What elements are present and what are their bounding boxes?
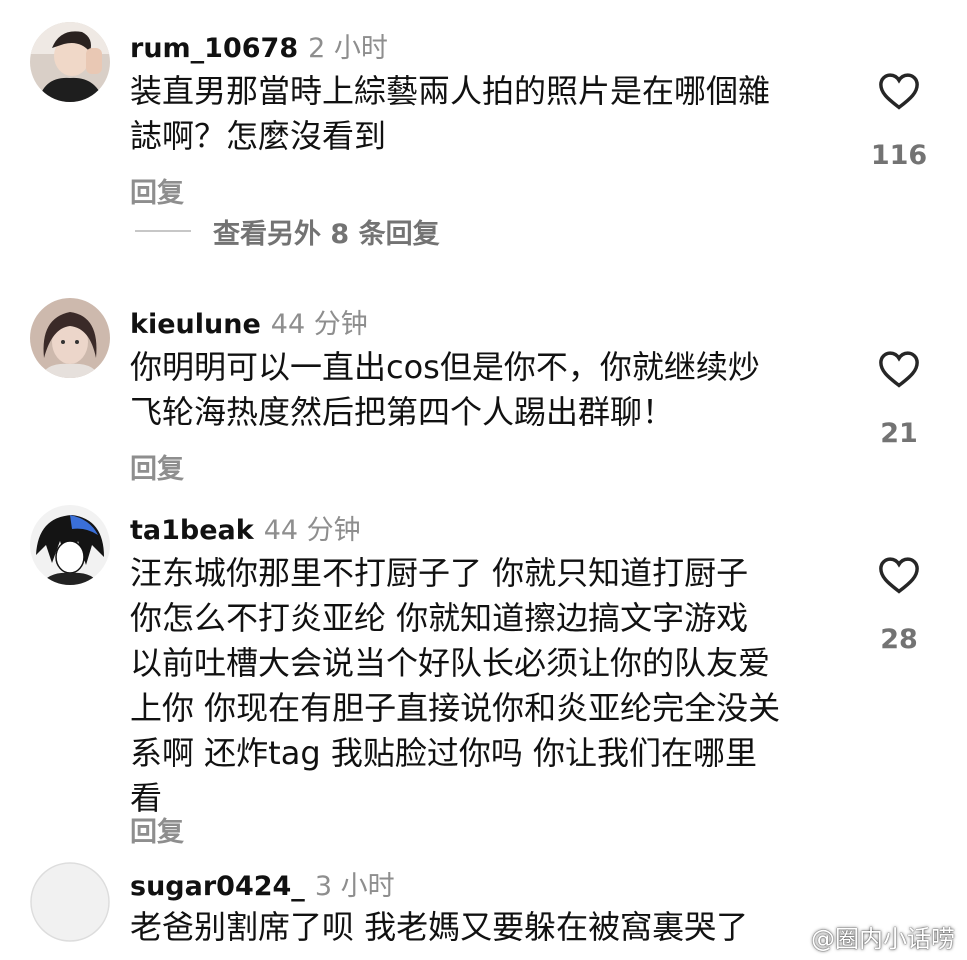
watermark: @圈内小话唠 [775, 919, 955, 954]
timestamp: 3 小时 [314, 871, 395, 902]
avatar-image [30, 298, 110, 378]
comment-text: 装直男那當時上綜藝兩人拍的照片是在哪個雜 誌啊？怎麼沒看到 [130, 72, 771, 155]
username[interactable]: sugar0424_ [130, 871, 305, 902]
username[interactable]: kieulune [130, 309, 261, 340]
divider-line [135, 230, 191, 232]
reply-button[interactable]: 回复 [130, 171, 184, 210]
avatar[interactable] [30, 298, 110, 378]
watermark-text: @圈内小话唠 [811, 925, 955, 953]
like-count: 28 [880, 624, 918, 655]
comment-meta: kieulune 44 分钟 [130, 302, 368, 341]
timestamp: 44 分钟 [270, 309, 368, 340]
reply-button[interactable]: 回复 [130, 810, 184, 849]
heart-icon [879, 351, 919, 388]
like-count: 21 [880, 418, 918, 449]
avatar[interactable] [30, 862, 110, 942]
username[interactable]: ta1beak [130, 515, 254, 546]
view-more-replies-label: 查看另外 8 条回复 [213, 218, 440, 250]
reply-button[interactable]: 回复 [130, 447, 184, 486]
comment-meta: ta1beak 44 分钟 [130, 508, 361, 547]
username[interactable]: rum_10678 [130, 33, 298, 64]
comment-meta: sugar0424_ 3 小时 [130, 864, 395, 903]
timestamp: 2 小时 [308, 33, 388, 64]
avatar-image [30, 862, 110, 942]
avatar[interactable] [30, 22, 110, 102]
heart-icon [879, 557, 919, 594]
avatar-image [30, 505, 110, 585]
like-button[interactable]: 116 [868, 72, 930, 171]
like-button[interactable]: 28 [868, 556, 930, 655]
weibo-icon [775, 922, 805, 952]
view-more-replies-button[interactable]: 查看另外 8 条回复 [135, 214, 440, 250]
comment-text: 汪东城你那里不打厨子了 你就只知道打厨子 你怎么不打炎亚纶 你就知道擦边搞文字游… [130, 554, 781, 817]
avatar-image [30, 22, 110, 102]
avatar[interactable] [30, 505, 110, 585]
like-count: 116 [870, 140, 928, 171]
comment-text: 你明明可以一直出cos但是你不，你就继续炒 飞轮海热度然后把第四个人踢出群聊！ [130, 348, 760, 431]
timestamp: 44 分钟 [263, 515, 361, 546]
like-button[interactable]: 21 [868, 350, 930, 449]
comment-meta: rum_10678 2 小时 [130, 26, 388, 65]
heart-icon [879, 73, 919, 110]
